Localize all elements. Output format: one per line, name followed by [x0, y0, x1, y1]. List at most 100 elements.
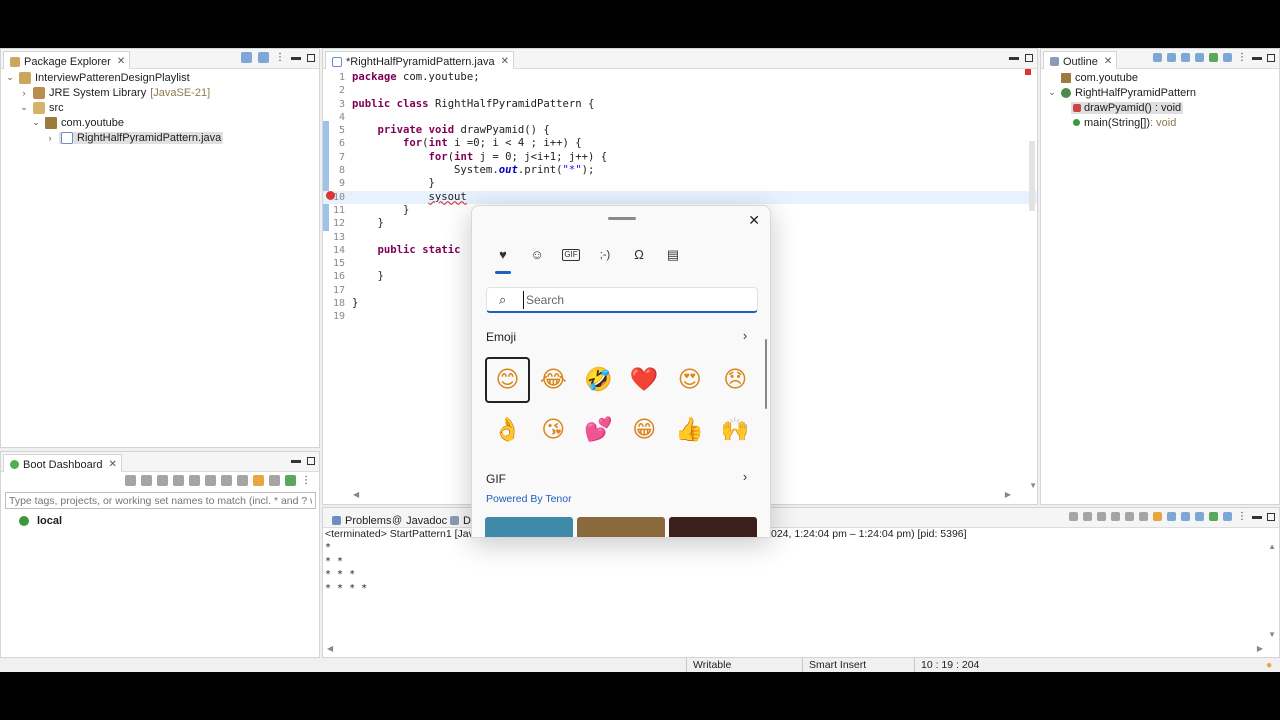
chevron-down-icon[interactable]: ⌄ [1047, 87, 1057, 98]
vertical-scrollbar[interactable] [1029, 141, 1035, 211]
view-menu-icon[interactable]: ⋮ [1237, 511, 1247, 522]
outline-item-class[interactable]: ⌄ RightHalfPyramidPattern [1047, 85, 1196, 100]
tree-item-jre[interactable]: › JRE System Library [JavaSE-21] [19, 85, 210, 100]
console-icon[interactable] [237, 475, 248, 486]
tab-editor-file[interactable]: *RightHalfPyramidPattern.java ✕ [325, 51, 514, 69]
emoji-icon[interactable]: ☺ [528, 246, 546, 264]
minimize-icon[interactable]: ▬ [1252, 511, 1262, 522]
close-icon[interactable]: ✕ [109, 459, 117, 470]
chevron-right-icon[interactable]: › [734, 467, 756, 487]
link-editor-icon[interactable] [258, 52, 269, 63]
favorites-icon[interactable]: ♥ [494, 246, 512, 274]
collapse-all-icon[interactable] [1153, 53, 1162, 62]
add-icon[interactable] [285, 475, 296, 486]
refresh-icon[interactable] [1069, 512, 1078, 521]
tab-outline[interactable]: Outline ✕ [1043, 51, 1118, 69]
gif-icon[interactable]: GIF [562, 249, 580, 261]
scroll-left-icon[interactable]: ◀ [353, 490, 359, 499]
close-icon[interactable]: ✕ [1104, 56, 1112, 67]
error-overview-icon[interactable] [1025, 69, 1031, 75]
emoji-item[interactable]: 😁 [622, 407, 668, 453]
clear-console-icon[interactable] [1125, 512, 1134, 521]
open-web-icon[interactable] [189, 475, 200, 486]
lightbulb-icon[interactable] [253, 475, 264, 486]
outline-item-method-drawpyamid[interactable]: drawPyamid() : void [1071, 100, 1184, 115]
kaomoji-icon[interactable]: ;-) [596, 246, 614, 264]
clipboard-icon[interactable]: ▤ [664, 246, 682, 264]
tab-boot-dashboard[interactable]: Boot Dashboard ✕ [3, 454, 122, 472]
edit-icon[interactable] [221, 475, 232, 486]
maximize-icon[interactable] [1267, 512, 1275, 521]
drag-handle[interactable] [608, 217, 636, 220]
open-console-icon[interactable] [1209, 512, 1218, 521]
show-on-error-icon[interactable] [1181, 512, 1190, 521]
word-wrap-icon[interactable] [1153, 512, 1162, 521]
remove-all-icon[interactable] [1111, 512, 1120, 521]
close-icon[interactable]: ✕ [117, 56, 125, 67]
powered-by-tenor-link[interactable]: Powered By Tenor [486, 493, 572, 505]
emoji-item[interactable]: 😞 [713, 357, 759, 403]
emoji-search-box[interactable]: ⌕ [486, 287, 758, 313]
scroll-left-icon[interactable]: ◀ [327, 644, 333, 653]
outline-item-package[interactable]: com.youtube [1061, 70, 1138, 85]
maximize-icon[interactable] [1025, 53, 1033, 62]
chevron-down-icon[interactable]: ⌄ [19, 102, 29, 113]
chevron-right-icon[interactable]: › [45, 133, 55, 143]
error-marker-icon[interactable] [326, 191, 335, 200]
scroll-right-icon[interactable]: ▶ [1257, 644, 1263, 653]
gif-thumbnail[interactable] [577, 517, 665, 537]
selected-outline-item[interactable]: drawPyamid() : void [1071, 101, 1184, 114]
display-console-icon[interactable] [1223, 512, 1232, 521]
stop-icon[interactable] [1083, 512, 1092, 521]
start-icon[interactable] [125, 475, 136, 486]
status-insert-mode[interactable]: Smart Insert [809, 659, 866, 671]
minimize-icon[interactable]: ▬ [1252, 52, 1262, 63]
chevron-down-icon[interactable]: ⌄ [31, 117, 41, 128]
emoji-item[interactable]: 💕 [576, 407, 622, 453]
symbols-icon[interactable]: Ω [630, 246, 648, 264]
config-icon[interactable] [205, 475, 216, 486]
collapse-all-icon[interactable] [241, 52, 252, 63]
chevron-right-icon[interactable]: › [734, 326, 756, 346]
outline-item-method-main[interactable]: main(String[]) : void [1073, 115, 1176, 130]
tree-item-java-file[interactable]: › RightHalfPyramidPattern.java [45, 130, 224, 145]
pin-console-icon[interactable] [1195, 512, 1204, 521]
emoji-search-input[interactable] [523, 291, 749, 309]
chevron-down-icon[interactable]: ⌄ [5, 72, 15, 83]
scroll-down-icon[interactable]: ▼ [1029, 481, 1037, 490]
gif-thumbnail[interactable] [669, 517, 757, 537]
minimize-icon[interactable]: ▬ [291, 455, 301, 466]
selected-file[interactable]: RightHalfPyramidPattern.java [59, 131, 224, 144]
view-menu-icon[interactable]: ⋮ [301, 475, 311, 486]
restart-icon[interactable] [173, 475, 184, 486]
close-icon[interactable]: ✕ [501, 56, 509, 67]
emoji-item[interactable]: 🙌 [713, 407, 759, 453]
emoji-item[interactable]: 😍 [667, 357, 713, 403]
tab-package-explorer[interactable]: Package Explorer ✕ [3, 51, 131, 69]
tree-item-project[interactable]: ⌄ InterviewPatterenDesignPlaylist [5, 70, 190, 85]
maximize-icon[interactable] [1267, 53, 1275, 62]
stop-icon[interactable] [157, 475, 168, 486]
emoji-item[interactable]: 😘 [531, 407, 577, 453]
minimize-icon[interactable]: ▬ [291, 52, 301, 63]
close-icon[interactable]: ✕ [748, 212, 760, 229]
emoji-item[interactable]: 😊 [485, 357, 530, 403]
tips-icon[interactable]: ● [1266, 659, 1272, 671]
hide-static-icon[interactable] [1195, 53, 1204, 62]
emoji-item[interactable]: 😂 [531, 357, 577, 403]
boot-local-item[interactable]: local [19, 513, 62, 528]
emoji-item[interactable]: 👌 [485, 407, 531, 453]
scroll-up-icon[interactable]: ▲ [1268, 542, 1276, 551]
emoji-item[interactable]: 🤣 [576, 357, 622, 403]
tree-item-package[interactable]: ⌄ com.youtube [31, 115, 124, 130]
maximize-icon[interactable] [307, 456, 315, 465]
hide-fields-icon[interactable] [1181, 53, 1190, 62]
debug-icon[interactable] [141, 475, 152, 486]
scroll-down-icon[interactable]: ▼ [1268, 630, 1276, 639]
view-menu-icon[interactable]: ⋮ [1237, 52, 1247, 63]
emoji-item[interactable]: ❤️ [622, 357, 668, 403]
minimize-icon[interactable]: ▬ [1009, 52, 1019, 63]
sort-icon[interactable] [1167, 53, 1176, 62]
picker-scrollbar[interactable] [765, 339, 767, 409]
gif-thumbnail[interactable] [485, 517, 573, 537]
